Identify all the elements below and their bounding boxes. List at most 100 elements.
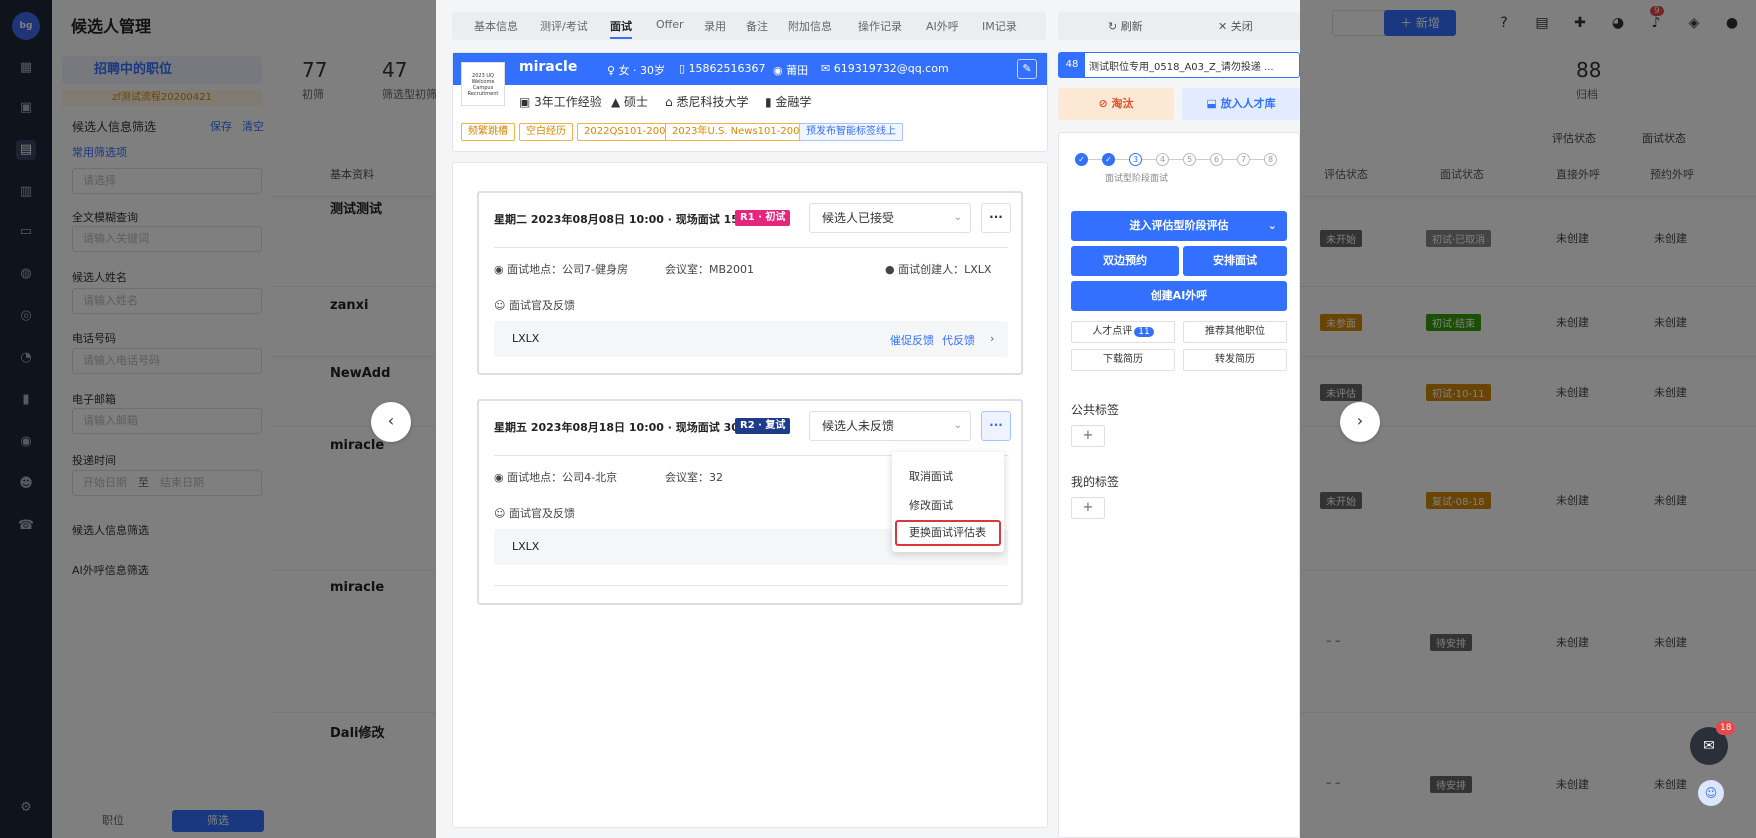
eval-button-label: 进入评估型阶段评估 xyxy=(1129,219,1229,232)
inbox-icon: ⬓ xyxy=(1206,97,1221,110)
location-label: 面试地点： xyxy=(507,471,563,484)
chat-button[interactable]: ✉ 18 xyxy=(1690,721,1736,765)
chevron-down-icon: ⌄ xyxy=(1267,219,1277,232)
tab-offer[interactable]: Offer xyxy=(656,18,684,31)
urge-feedback-link[interactable]: 催促反馈 xyxy=(890,332,934,348)
detail-tabs: 基本信息 测评/考试 面试 Offer 录用 备注 附加信息 操作记录 AI外呼… xyxy=(452,12,1046,40)
status-value: 候选人未反馈 xyxy=(822,419,895,433)
mutual-booking-button[interactable]: 双边预约 xyxy=(1071,246,1179,276)
step-line xyxy=(1196,159,1210,160)
room-value: MB2001 xyxy=(709,263,755,276)
job-number: 48 xyxy=(1059,53,1085,77)
tab-hire[interactable]: 录用 xyxy=(704,18,726,34)
meeting-room: 会议室：32 xyxy=(665,469,723,485)
chat-icon: ✉ xyxy=(1703,738,1715,754)
close-label: 关闭 xyxy=(1230,20,1253,33)
chat-badge: 18 xyxy=(1716,721,1736,735)
tab-im-log[interactable]: IM记录 xyxy=(982,18,1017,34)
next-candidate-button[interactable]: › xyxy=(1340,402,1380,442)
job-select[interactable]: 48 测试职位专用_0518_A03_Z_请勿投递 ... xyxy=(1058,52,1300,78)
room-label: 会议室： xyxy=(665,263,709,276)
tab-extra-info[interactable]: 附加信息 xyxy=(788,18,832,34)
forward-resume-button[interactable]: 转发简历 xyxy=(1183,349,1287,371)
round-badge: R2 · 复试 xyxy=(735,418,791,434)
profile-header: miracle ♀ 女 · 30岁 ▯ 15862516367 ◉ 莆田 ✉ 6… xyxy=(453,53,1047,85)
creator-value: LXLX xyxy=(964,263,992,276)
pin-icon: ◉ xyxy=(494,263,508,276)
tab-operation-log[interactable]: 操作记录 xyxy=(858,18,902,34)
school: ⌂ 悉尼科技大学 xyxy=(665,93,748,110)
location-label: 面试地点： xyxy=(507,263,563,276)
chevron-right-icon: › xyxy=(1356,411,1364,430)
add-my-tag-button[interactable]: + xyxy=(1071,497,1105,519)
assistant-button[interactable]: ☺ xyxy=(1698,780,1724,806)
add-to-pool-button[interactable]: ⬓ 放入人才库 xyxy=(1182,88,1300,120)
proxy-feedback-link[interactable]: 代反馈 xyxy=(942,332,975,348)
prev-candidate-button[interactable]: ‹ xyxy=(371,402,411,442)
ban-icon: ⊘ xyxy=(1098,97,1112,110)
degree-text: 硕士 xyxy=(624,95,649,109)
public-tags-label: 公共标签 xyxy=(1071,403,1120,417)
tab-basic-info[interactable]: 基本信息 xyxy=(474,18,518,34)
talent-review-button[interactable]: 人才点评 11 xyxy=(1071,321,1175,343)
talent-review-label: 人才点评 xyxy=(1092,326,1133,337)
step-line xyxy=(1088,159,1102,160)
step: 7 xyxy=(1237,153,1250,166)
download-resume-button[interactable]: 下载简历 xyxy=(1071,349,1175,371)
mobile-icon: ▯ xyxy=(679,62,689,75)
major: ▮ 金融学 xyxy=(765,93,811,110)
interview-status-select[interactable]: 候选人未反馈 ⌄ xyxy=(809,411,971,441)
refresh-label: 刷新 xyxy=(1120,20,1143,33)
enter-evaluation-button[interactable]: 进入评估型阶段评估 ⌄ xyxy=(1071,211,1287,241)
tab-interview[interactable]: 面试 xyxy=(610,18,632,39)
mail-icon: ✉ xyxy=(821,62,834,75)
interview-title: 星期二 2023年08月08日 10:00 · 现场面试 15分钟 xyxy=(494,213,761,226)
tab-ai-call[interactable]: AI外呼 xyxy=(926,18,959,34)
feedback-header: ☺ 面试官及反馈 xyxy=(494,297,575,313)
step-label: 面试型阶段面试 xyxy=(1105,174,1169,184)
add-public-tag-button[interactable]: + xyxy=(1071,425,1105,447)
cancel-interview-item[interactable]: 取消面试 xyxy=(909,468,953,484)
close-button[interactable]: ✕ 关闭 xyxy=(1218,18,1253,34)
person-icon: ♀ xyxy=(607,64,619,77)
step-current: 3 xyxy=(1129,153,1142,166)
interview-creator: ● 面试创建人：LXLX xyxy=(885,261,991,277)
interview-status-select[interactable]: 候选人已接受 ⌄ xyxy=(809,203,971,233)
location-value: 公司7-健身房 xyxy=(562,263,629,276)
action-panel: 48 测试职位专用_0518_A03_Z_请勿投递 ... ⊘ 淘汰 ⬓ 放入人… xyxy=(1058,52,1300,838)
recommend-job-button[interactable]: 推荐其他职位 xyxy=(1183,321,1287,343)
edit-interview-item[interactable]: 修改面试 xyxy=(909,497,953,513)
arrange-interview-button[interactable]: 安排面试 xyxy=(1183,246,1287,276)
briefcase-icon: ▣ xyxy=(519,95,535,109)
chevron-down-icon: ⌄ xyxy=(953,212,962,223)
edit-icon: ✎ xyxy=(1022,62,1032,75)
more-actions-button[interactable]: ··· xyxy=(981,411,1011,441)
email-info: ✉ 619319732@qq.com xyxy=(821,62,949,75)
smart-tag: 预发布智能标签线上 xyxy=(799,123,903,141)
chevron-right-icon[interactable]: › xyxy=(990,332,994,345)
school-logo: 2023 UQ Welcome Campus Recruitment xyxy=(461,62,505,106)
candidate-detail-modal: 基本信息 测评/考试 面试 Offer 录用 备注 附加信息 操作记录 AI外呼… xyxy=(436,0,1300,838)
create-ai-call-button[interactable]: 创建AI外呼 xyxy=(1071,281,1287,311)
location-text: 莆田 xyxy=(786,64,809,77)
tab-assessment[interactable]: 测评/考试 xyxy=(540,18,588,34)
interviewer-name: LXLX xyxy=(512,332,540,345)
change-evaluation-form-item[interactable]: 更换面试评估表 xyxy=(895,520,1001,546)
gender-age: ♀ 女 · 30岁 xyxy=(607,62,665,78)
refresh-button[interactable]: ↻ 刷新 xyxy=(1108,18,1143,34)
experience: ▣ 3年工作经验 xyxy=(519,93,602,110)
edit-profile-button[interactable]: ✎ xyxy=(1017,59,1037,79)
interviewer-name: LXLX xyxy=(512,540,540,553)
step-line xyxy=(1250,159,1264,160)
step: 5 xyxy=(1183,153,1196,166)
reject-button[interactable]: ⊘ 淘汰 xyxy=(1058,88,1174,120)
interviewer-icon: ☺ xyxy=(494,507,509,520)
phone-text: 15862516367 xyxy=(688,62,766,75)
profile-tag: 频繁跳槽 xyxy=(461,123,515,141)
divider xyxy=(494,585,1008,586)
tab-notes[interactable]: 备注 xyxy=(746,18,768,34)
more-actions-button[interactable]: ··· xyxy=(981,203,1011,233)
experience-text: 3年工作经验 xyxy=(534,95,602,109)
robot-icon: ☺ xyxy=(1704,786,1718,800)
divider xyxy=(494,247,1008,248)
